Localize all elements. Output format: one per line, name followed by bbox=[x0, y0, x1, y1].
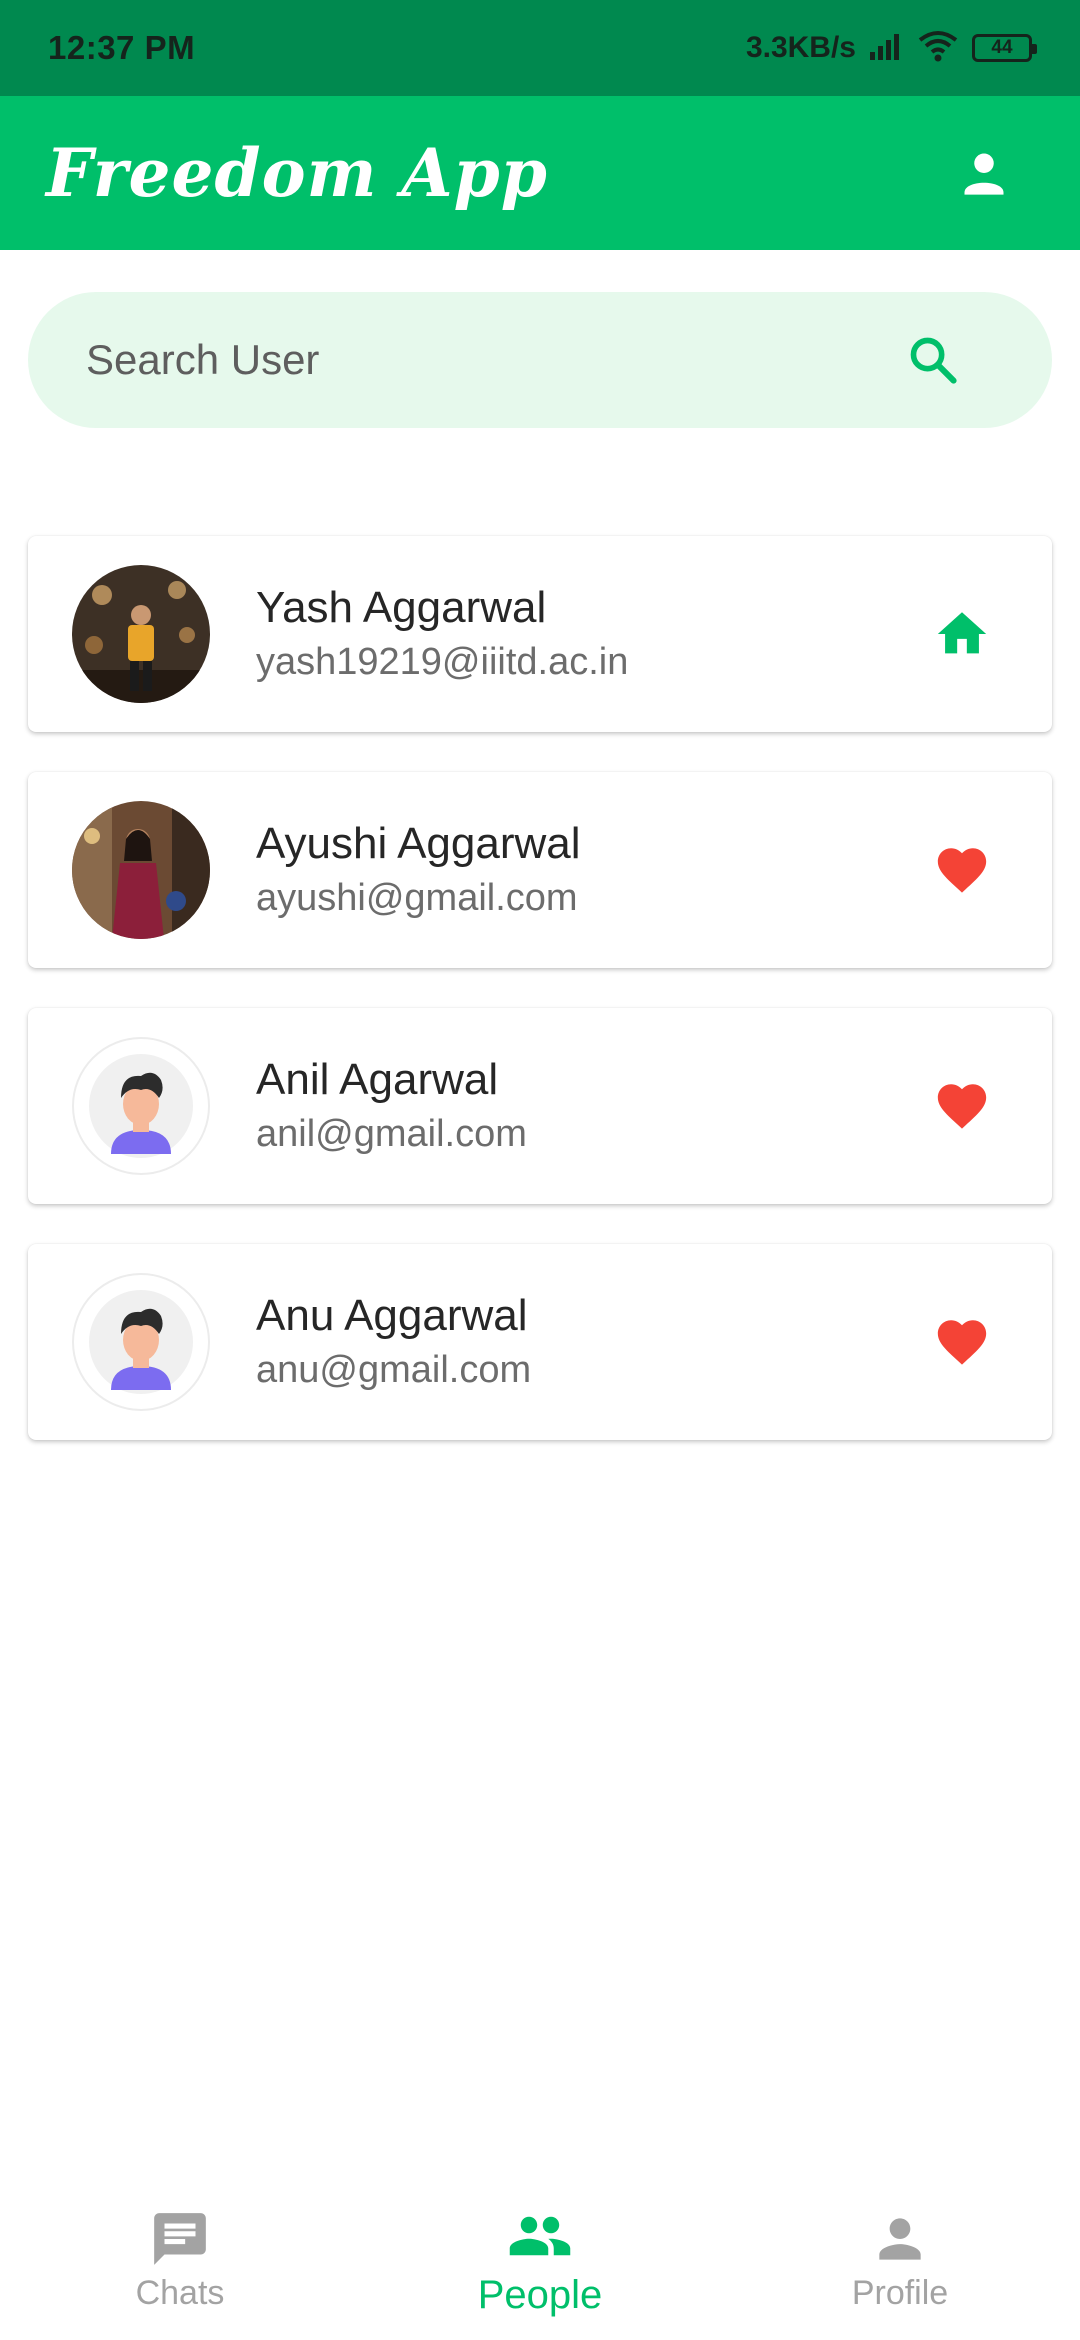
bottom-navigation: Chats People Profile bbox=[0, 2180, 1080, 2340]
chat-icon bbox=[154, 2212, 206, 2265]
user-card-anu[interactable]: Anu Aggarwal anu@gmail.com bbox=[28, 1244, 1052, 1440]
user-info: Anil Agarwal anil@gmail.com bbox=[256, 1052, 922, 1160]
user-name: Anil Agarwal bbox=[256, 1055, 499, 1104]
user-info: Yash Aggarwal yash19219@iiitd.ac.in bbox=[256, 580, 922, 688]
user-photo bbox=[72, 801, 210, 939]
user-email: anu@gmail.com bbox=[256, 1349, 532, 1391]
avatar bbox=[72, 565, 210, 703]
nav-item-profile[interactable]: Profile bbox=[720, 2180, 1080, 2340]
battery-level: 44 bbox=[991, 37, 1013, 58]
user-email: yash19219@iiitd.ac.in bbox=[256, 641, 629, 683]
network-speed: 3.3KB/s bbox=[745, 31, 856, 64]
nav-label: Chats bbox=[135, 2273, 225, 2312]
nav-item-chats[interactable]: Chats bbox=[0, 2180, 360, 2340]
user-status-button[interactable] bbox=[922, 1302, 1002, 1382]
app-title: Freedom App bbox=[46, 134, 548, 212]
default-avatar-icon bbox=[89, 1054, 193, 1158]
avatar bbox=[72, 1037, 210, 1175]
user-card-yash[interactable]: Yash Aggarwal yash19219@iiitd.ac.in bbox=[28, 536, 1052, 732]
heart-icon bbox=[937, 1320, 987, 1365]
user-name: Yash Aggarwal bbox=[256, 583, 547, 632]
status-time: 12:37 PM bbox=[48, 29, 196, 66]
search-input[interactable] bbox=[84, 335, 898, 385]
status-indicators: 3.3KB/s 44 bbox=[745, 30, 1037, 67]
person-icon bbox=[964, 153, 1004, 195]
user-info: Anu Aggarwal anu@gmail.com bbox=[256, 1288, 922, 1396]
user-status-button[interactable] bbox=[922, 1066, 1002, 1146]
nav-label: People bbox=[477, 2272, 603, 2317]
avatar bbox=[72, 1273, 210, 1411]
people-icon bbox=[509, 2216, 571, 2255]
user-list: Yash Aggarwal yash19219@iiitd.ac.in Ayus… bbox=[28, 536, 1052, 1480]
nav-item-people[interactable]: People bbox=[360, 2180, 720, 2340]
search-icon bbox=[910, 337, 957, 384]
battery-icon: 44 bbox=[972, 34, 1037, 62]
wifi-icon bbox=[918, 30, 958, 67]
app-bar: Freedom App bbox=[0, 96, 1080, 250]
user-photo bbox=[72, 565, 210, 703]
signal-icon bbox=[870, 32, 904, 65]
user-status-button[interactable] bbox=[922, 594, 1002, 674]
profile-button[interactable] bbox=[944, 133, 1024, 213]
heart-icon bbox=[937, 848, 987, 893]
search-bar bbox=[28, 292, 1052, 428]
avatar bbox=[72, 801, 210, 939]
home-icon bbox=[937, 612, 987, 654]
user-email: anil@gmail.com bbox=[256, 1113, 527, 1155]
user-info: Ayushi Aggarwal ayushi@gmail.com bbox=[256, 816, 922, 924]
default-avatar-icon bbox=[89, 1290, 193, 1394]
user-status-button[interactable] bbox=[922, 830, 1002, 910]
status-bar: 12:37 PM 3.3KB/s 44 bbox=[0, 0, 1080, 96]
person-icon bbox=[879, 2217, 921, 2260]
search-button[interactable] bbox=[898, 325, 968, 395]
heart-icon bbox=[937, 1084, 987, 1129]
user-name: Anu Aggarwal bbox=[256, 1291, 528, 1340]
user-card-ayushi[interactable]: Ayushi Aggarwal ayushi@gmail.com bbox=[28, 772, 1052, 968]
nav-label: Profile bbox=[851, 2273, 949, 2312]
user-name: Ayushi Aggarwal bbox=[256, 819, 581, 868]
user-email: ayushi@gmail.com bbox=[256, 877, 578, 919]
user-card-anil[interactable]: Anil Agarwal anil@gmail.com bbox=[28, 1008, 1052, 1204]
